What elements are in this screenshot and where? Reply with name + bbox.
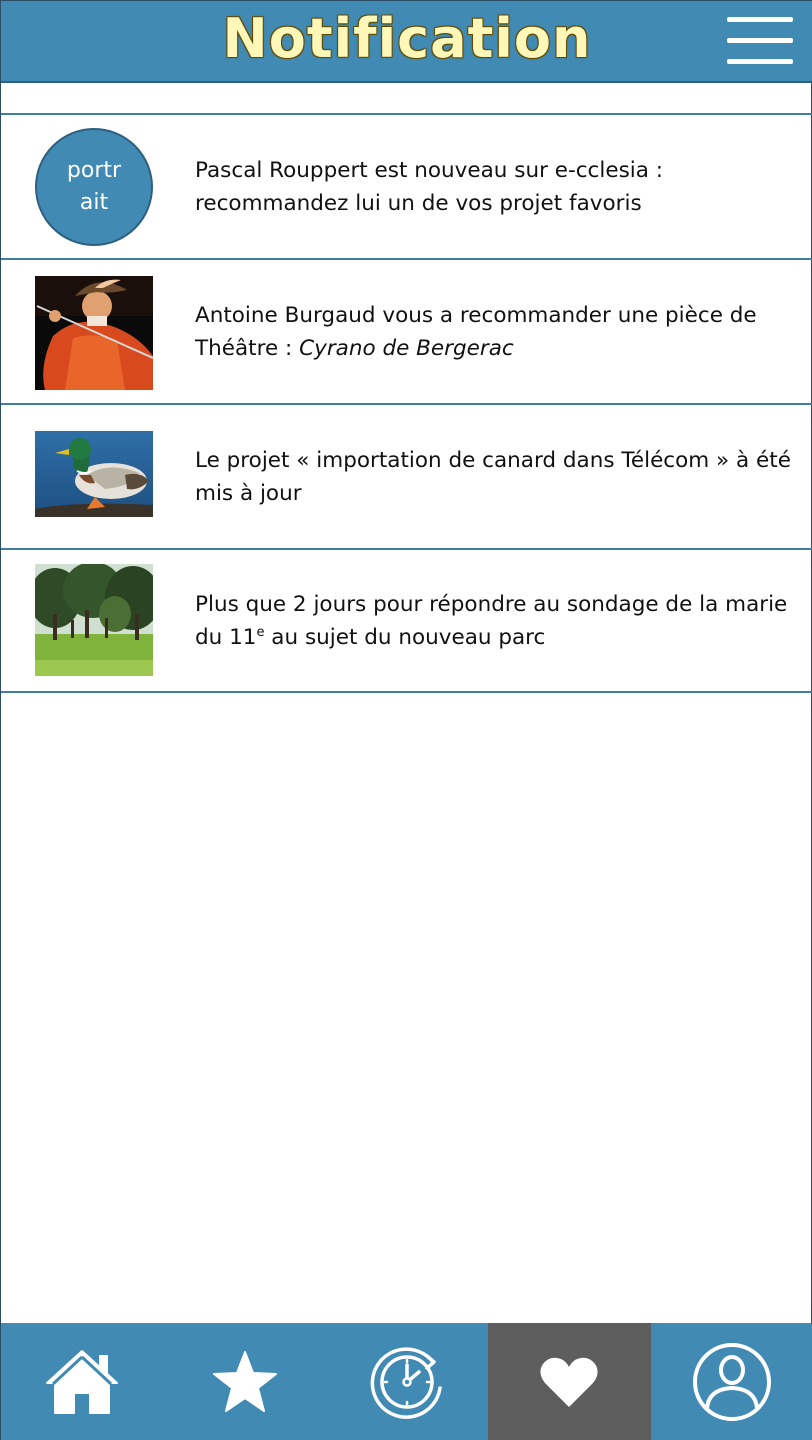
star-icon: [212, 1351, 277, 1412]
home-icon: [46, 1350, 119, 1414]
notification-item[interactable]: Le projet « importation de canard dans T…: [1, 403, 812, 548]
notification-text: Antoine Burgaud vous a recommander une p…: [195, 299, 807, 365]
notification-item[interactable]: Antoine Burgaud vous a recommander une p…: [1, 258, 812, 403]
duck-photo: [35, 431, 153, 517]
notification-text: Pascal Rouppert est nouveau sur e-cclesi…: [195, 157, 664, 216]
profile-icon: [692, 1343, 771, 1421]
notification-text: Plus que 2 jours pour répondre au sondag…: [195, 588, 807, 654]
page-title: Notification: [222, 7, 592, 70]
cyrano-theatre-photo: [35, 276, 153, 390]
tab-favorites[interactable]: [163, 1323, 325, 1440]
notification-list: portr ait Pascal Rouppert est nouveau su…: [1, 113, 812, 693]
notification-item[interactable]: Plus que 2 jours pour répondre au sondag…: [1, 548, 812, 693]
menu-line: [727, 59, 793, 64]
notification-text: Le projet « importation de canard dans T…: [195, 447, 791, 506]
app-frame: Notification portr ait Pascal Rouppert e…: [0, 0, 812, 1440]
notification-item[interactable]: portr ait Pascal Rouppert est nouveau su…: [1, 113, 812, 258]
park-photo: [35, 564, 153, 676]
notification-text-suffix: au sujet du nouveau parc: [264, 624, 546, 650]
tab-history[interactable]: [326, 1323, 488, 1440]
tab-notifications[interactable]: [488, 1323, 651, 1440]
history-clock-icon: [370, 1347, 442, 1419]
tab-profile[interactable]: [651, 1323, 812, 1440]
app-header: Notification: [1, 1, 812, 83]
avatar[interactable]: portr ait: [35, 128, 153, 246]
hamburger-menu-icon[interactable]: [727, 17, 793, 67]
avatar-placeholder-label: portr ait: [66, 158, 122, 215]
menu-line: [727, 38, 793, 43]
tab-home[interactable]: [1, 1323, 163, 1440]
heart-icon: [540, 1357, 598, 1407]
play-title[interactable]: Cyrano de Bergerac: [299, 336, 514, 361]
menu-line: [727, 17, 793, 22]
bottom-tab-bar: [1, 1323, 812, 1440]
